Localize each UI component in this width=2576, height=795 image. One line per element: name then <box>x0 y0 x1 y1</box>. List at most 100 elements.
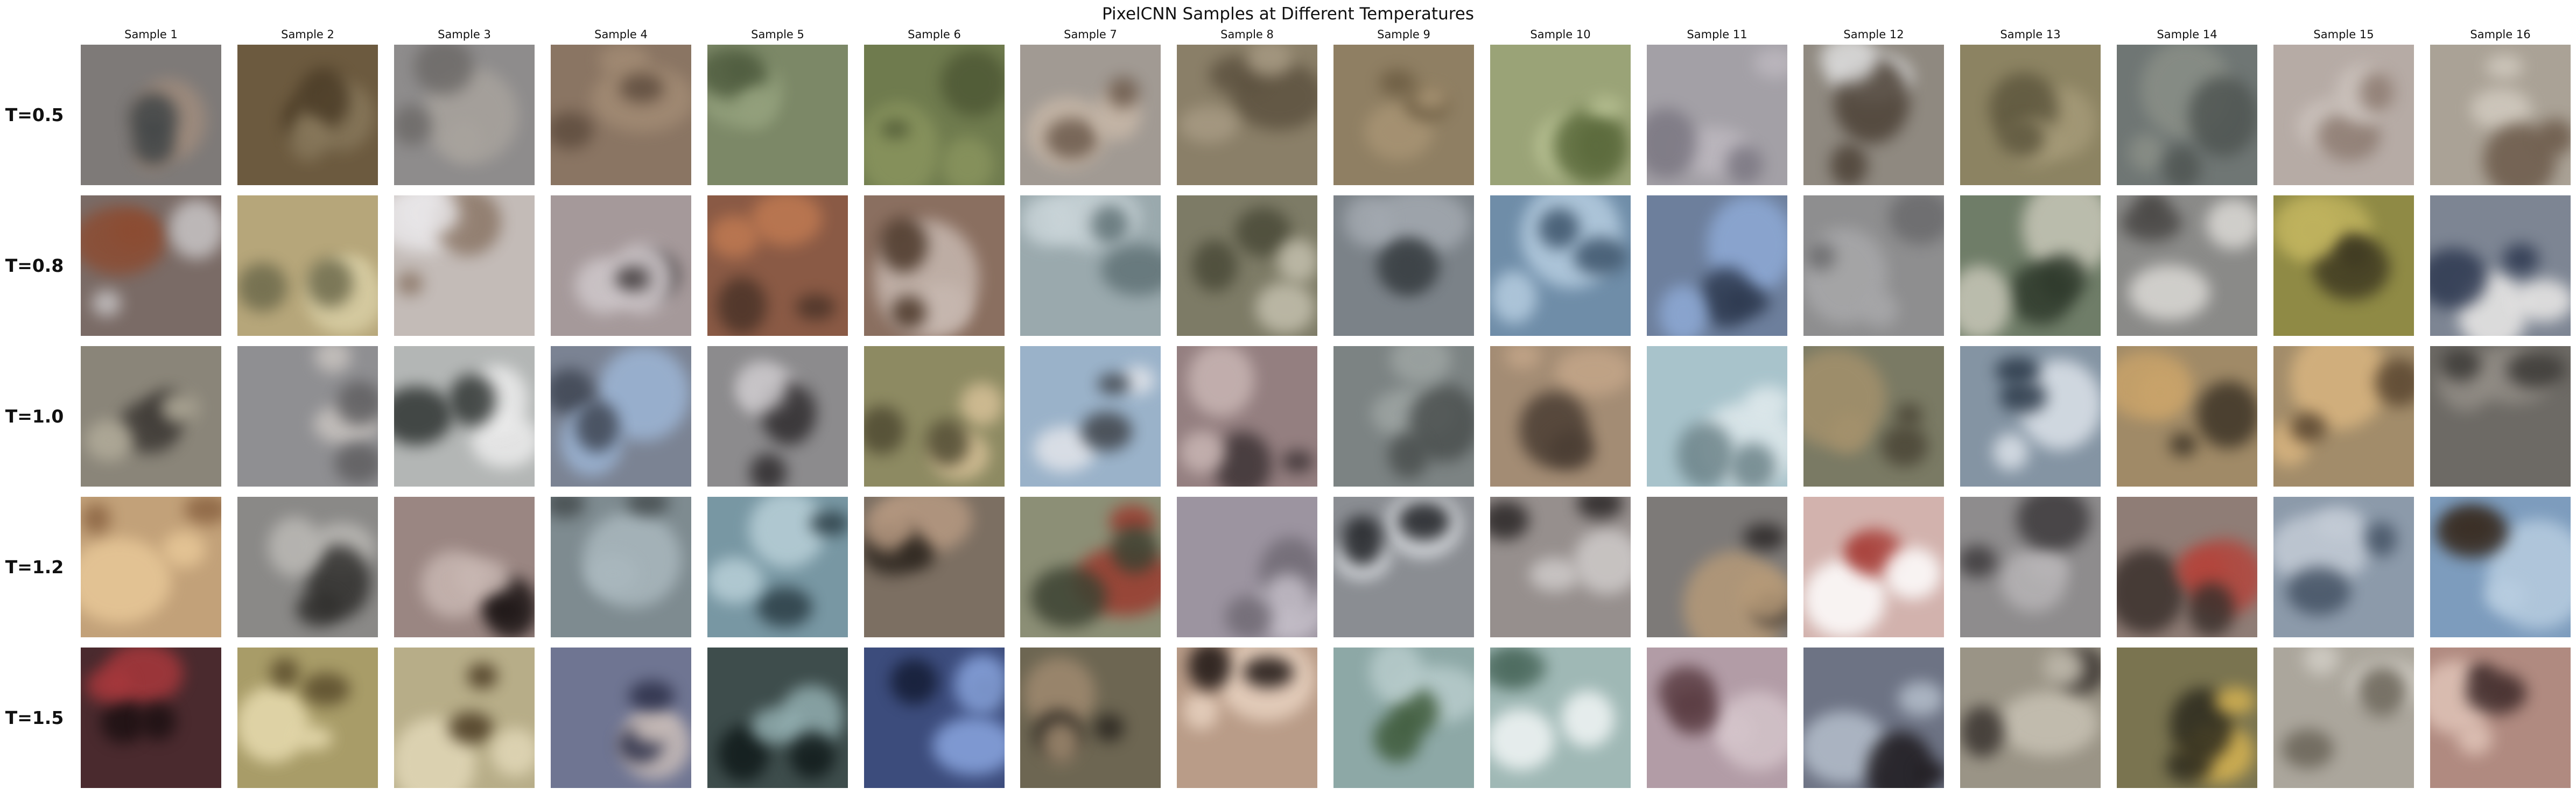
image-blob <box>2196 381 2257 449</box>
image-blob <box>394 386 453 446</box>
image-blob <box>628 680 675 712</box>
sample-image <box>1647 45 1787 185</box>
image-blob <box>2214 687 2256 715</box>
image-blob <box>2536 118 2571 155</box>
sample-image <box>1490 45 1631 185</box>
row-label: T=1.5 <box>5 707 64 728</box>
image-blob <box>1101 244 1161 296</box>
sample-image <box>864 45 1005 185</box>
image-blob <box>1829 412 1868 454</box>
image-blob <box>796 294 836 321</box>
sample-image <box>81 45 221 185</box>
image-blob <box>1677 421 1735 487</box>
sample-image <box>1020 648 1161 788</box>
image-blob <box>1341 516 1384 566</box>
image-blob <box>588 554 638 593</box>
image-blob <box>454 558 510 598</box>
image-blob <box>268 516 322 577</box>
sample-image <box>237 648 378 788</box>
sample-image <box>551 45 691 185</box>
image-blob <box>237 686 310 763</box>
image-blob <box>2187 582 2235 637</box>
image-blob <box>2170 433 2198 456</box>
sample-image <box>2273 497 2414 637</box>
image-blob <box>301 673 350 706</box>
sample-image <box>2430 346 2571 487</box>
image-blob <box>289 116 329 161</box>
image-blob <box>736 86 775 128</box>
sample-image <box>1333 648 1474 788</box>
image-blob <box>1960 265 2011 336</box>
sample-image <box>1960 497 2101 637</box>
sample-image <box>2117 45 2257 185</box>
image-blob <box>184 497 221 525</box>
image-blob <box>169 199 221 259</box>
image-blob <box>1098 373 1130 395</box>
sample-image <box>81 648 221 788</box>
sample-image <box>2273 45 2414 185</box>
sample-image <box>2430 497 2571 637</box>
image-blob <box>1107 77 1139 109</box>
sample-image <box>1177 45 1317 185</box>
image-blob <box>1555 348 1631 396</box>
image-blob <box>1093 713 1125 742</box>
image-blob <box>1960 545 1997 578</box>
image-blob <box>1021 195 1077 246</box>
image-blob <box>140 702 176 740</box>
column-title: Sample 12 <box>1843 28 1904 41</box>
image-blob <box>790 730 836 779</box>
image-blob <box>306 257 354 308</box>
image-blob <box>2507 350 2566 389</box>
image-blob <box>86 669 131 702</box>
image-blob <box>1884 547 1942 600</box>
sample-image <box>2273 346 2414 487</box>
image-blob <box>1379 69 1416 96</box>
image-blob <box>82 503 111 534</box>
column-title: Sample 3 <box>438 28 491 41</box>
sample-image <box>1960 195 2101 336</box>
image-blob <box>1389 346 1452 385</box>
image-blob <box>879 217 928 272</box>
image-blob <box>314 346 352 373</box>
image-blob <box>1388 432 1429 479</box>
image-blob <box>2290 413 2327 443</box>
image-blob <box>1723 286 1770 318</box>
sample-image <box>551 346 691 487</box>
image-blob <box>2285 203 2341 258</box>
figure-title: PixelCNN Samples at Different Temperatur… <box>1101 4 1475 24</box>
image-blob <box>1896 403 1922 427</box>
image-blob <box>2358 667 2406 717</box>
image-blob <box>162 531 206 568</box>
sample-image <box>2273 648 2414 788</box>
image-blob <box>1862 292 1899 327</box>
image-blob <box>334 443 378 484</box>
image-blob <box>890 659 938 705</box>
column-title: Sample 8 <box>1220 28 1274 41</box>
sample-image <box>81 195 221 336</box>
column-title: Sample 13 <box>2000 28 2061 41</box>
image-blob <box>942 137 994 185</box>
image-blob <box>1188 346 1254 417</box>
image-blob <box>1574 528 1631 595</box>
image-blob <box>2016 497 2090 552</box>
sample-image <box>1177 497 1317 637</box>
sample-image <box>394 648 535 788</box>
column-title: Sample 2 <box>281 28 334 41</box>
image-blob <box>1180 431 1226 473</box>
image-blob <box>237 262 288 312</box>
image-blob <box>2137 369 2183 417</box>
image-blob <box>1999 118 2045 158</box>
image-blob <box>2163 146 2201 185</box>
image-blob <box>1030 566 1107 628</box>
image-blob <box>2206 199 2257 250</box>
sample-image <box>551 195 691 336</box>
image-blob <box>1183 692 1219 730</box>
image-blob <box>2128 133 2164 172</box>
image-blob <box>448 374 496 426</box>
image-blob <box>448 712 493 744</box>
image-blob <box>1577 497 1623 519</box>
image-blob <box>1586 96 1624 119</box>
image-blob <box>810 511 848 536</box>
image-blob <box>1830 144 1868 185</box>
image-blob <box>1281 451 1314 473</box>
